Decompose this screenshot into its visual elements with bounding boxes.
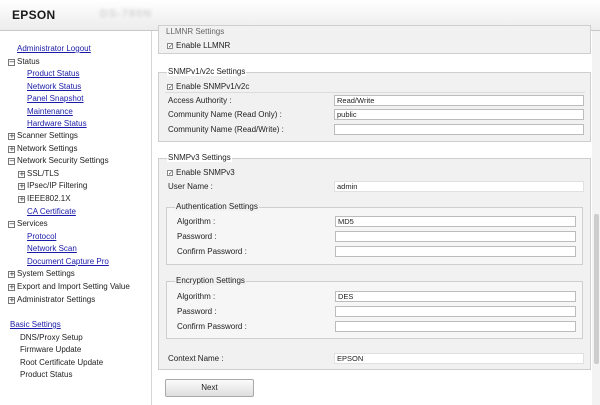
next-button[interactable]: Next	[165, 379, 254, 397]
snmpv1-legend: SNMPv1/v2c Settings	[167, 67, 247, 76]
sidebar-item-ssl-tls[interactable]: + SSL/TLS	[18, 169, 59, 179]
sidebar-item-scanner-settings[interactable]: + Scanner Settings	[8, 131, 78, 141]
enc-password-label: Password :	[177, 307, 217, 316]
context-name-label: Context Name :	[168, 354, 224, 363]
user-name-field[interactable]: admin	[334, 181, 584, 192]
expand-icon[interactable]: +	[8, 133, 15, 140]
context-name-field[interactable]: EPSON	[334, 353, 584, 364]
main-panel: LLMNR Settings ✓ Enable LLMNR SNMPv1/v2c …	[153, 25, 600, 405]
sidebar-item-export-import[interactable]: + Export and Import Setting Value	[8, 282, 130, 292]
llmnr-legend: LLMNR Settings	[166, 27, 225, 36]
auth-password-field[interactable]	[335, 231, 576, 242]
community-read-write-field[interactable]	[334, 124, 584, 135]
enc-confirm-password-field[interactable]	[335, 321, 576, 332]
sidebar-item-hardware-status[interactable]: Hardware Status	[27, 119, 87, 129]
sidebar-item-status[interactable]: − Status	[8, 57, 40, 67]
expand-icon[interactable]: +	[8, 146, 15, 153]
access-authority-field[interactable]: Read/Write	[334, 95, 584, 106]
access-authority-label: Access Authority :	[168, 96, 232, 105]
sidebar-item-network-security[interactable]: − Network Security Settings	[8, 156, 109, 166]
sidebar-item-firmware-update[interactable]: Firmware Update	[20, 345, 81, 355]
sidebar-nav: Administrator Logout − Status Product Sta…	[0, 31, 152, 405]
user-name-label: User Name :	[168, 182, 213, 191]
community-read-only-label: Community Name (Read Only) :	[168, 110, 282, 119]
sidebar-item-product-status[interactable]: Product Status	[27, 69, 79, 79]
sidebar-item-ieee8021x[interactable]: + IEEE802.1X	[18, 194, 71, 204]
checkbox-checked-icon[interactable]: ✓	[167, 170, 173, 177]
expand-icon[interactable]: +	[8, 271, 15, 278]
expand-icon[interactable]: +	[8, 284, 15, 291]
collapse-icon[interactable]: −	[8, 158, 15, 165]
sidebar-item-protocol[interactable]: Protocol	[27, 232, 56, 242]
enc-password-field[interactable]	[335, 306, 576, 317]
divider	[165, 92, 585, 93]
sidebar-item-network-settings[interactable]: + Network Settings	[8, 144, 77, 154]
community-read-only-field[interactable]: public	[334, 109, 584, 120]
sidebar-item-maintenance[interactable]: Maintenance	[27, 107, 73, 117]
auth-confirm-password-label: Confirm Password :	[177, 247, 247, 256]
sidebar-item-product-status-basic[interactable]: Product Status	[20, 370, 72, 380]
collapse-icon[interactable]: −	[8, 221, 15, 228]
enable-snmpv3-row[interactable]: ✓ Enable SNMPv3	[167, 168, 235, 177]
sidebar-item-basic-settings[interactable]: Basic Settings	[10, 320, 61, 330]
expand-icon[interactable]: +	[8, 297, 15, 304]
sidebar-item-network-scan[interactable]: Network Scan	[27, 244, 77, 254]
model-name: DS-780N	[100, 8, 153, 20]
sidebar-item-ipsec[interactable]: + IPsec/IP Filtering	[18, 181, 87, 191]
checkbox-checked-icon[interactable]: ✓	[167, 43, 173, 50]
expand-icon[interactable]: +	[18, 196, 25, 203]
sidebar-item-panel-snapshot[interactable]: Panel Snapshot	[27, 94, 84, 104]
enable-snmpv1-row[interactable]: ✓ Enable SNMPv1/v2c	[167, 82, 249, 91]
checkbox-checked-icon[interactable]: ✓	[167, 84, 173, 91]
sidebar-item-document-capture-pro[interactable]: Document Capture Pro	[27, 257, 109, 267]
enc-confirm-password-label: Confirm Password :	[177, 322, 247, 331]
community-read-write-label: Community Name (Read/Write) :	[168, 125, 284, 134]
sidebar-item-administrator-settings[interactable]: + Administrator Settings	[8, 295, 95, 305]
sidebar-item-admin-logout[interactable]: Administrator Logout	[17, 44, 91, 54]
sidebar-item-network-status[interactable]: Network Status	[27, 82, 81, 92]
enc-algorithm-field[interactable]: DES	[335, 291, 576, 302]
authentication-legend: Authentication Settings	[175, 202, 259, 211]
scrollbar-thumb[interactable]	[594, 214, 599, 364]
auth-password-label: Password :	[177, 232, 217, 241]
expand-icon[interactable]: +	[18, 183, 25, 190]
encryption-legend: Encryption Settings	[175, 276, 246, 285]
sidebar-item-services[interactable]: − Services	[8, 219, 48, 229]
sidebar-item-dns-proxy[interactable]: DNS/Proxy Setup	[20, 333, 83, 343]
enc-algorithm-label: Algorithm :	[177, 292, 216, 301]
collapse-icon[interactable]: −	[8, 59, 15, 66]
enable-llmnr-row[interactable]: ✓ Enable LLMNR	[167, 41, 230, 50]
auth-algorithm-label: Algorithm :	[177, 217, 216, 226]
auth-algorithm-field[interactable]: MD5	[335, 216, 576, 227]
sidebar-item-system-settings[interactable]: + System Settings	[8, 269, 75, 279]
auth-confirm-password-field[interactable]	[335, 246, 576, 257]
expand-icon[interactable]: +	[18, 171, 25, 178]
epson-logo: EPSON	[12, 8, 56, 22]
sidebar-item-ca-certificate[interactable]: CA Certificate	[27, 207, 76, 217]
snmpv3-legend: SNMPv3 Settings	[167, 153, 232, 162]
sidebar-item-root-cert-update[interactable]: Root Certificate Update	[20, 358, 103, 368]
